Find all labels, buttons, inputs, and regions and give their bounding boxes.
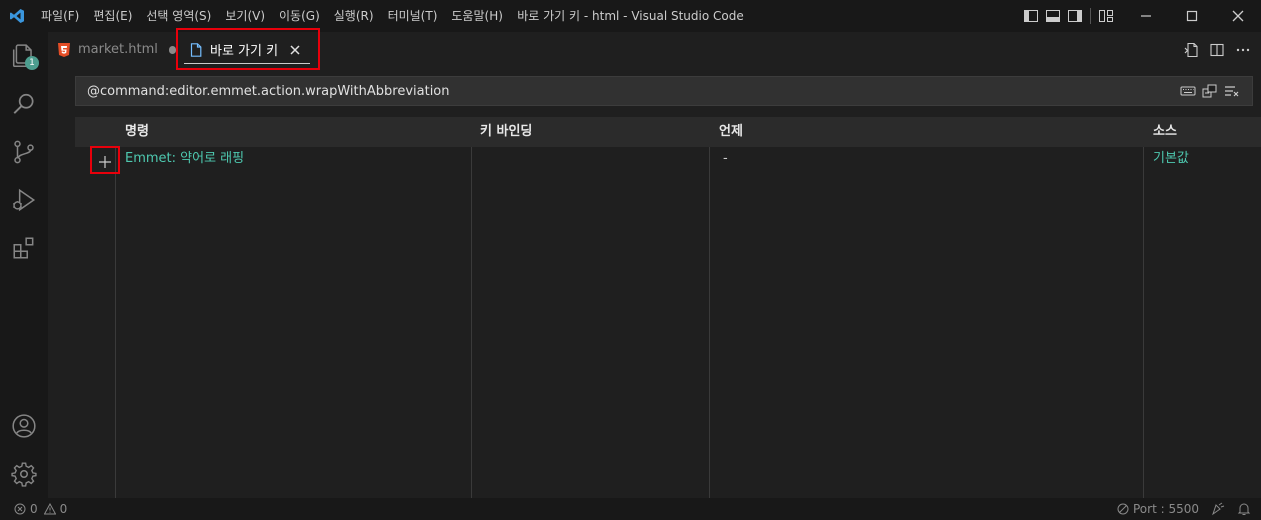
extensions-icon[interactable]: [0, 224, 48, 272]
no-entry-icon: [1117, 503, 1129, 515]
error-icon: [14, 503, 26, 515]
tab-highlight-box: [176, 28, 320, 70]
explorer-icon[interactable]: 1: [0, 32, 48, 80]
column-divider: [1143, 147, 1144, 498]
toggle-primary-sidebar-icon[interactable]: [1020, 0, 1042, 32]
run-debug-icon[interactable]: [0, 176, 48, 224]
feedback-icon[interactable]: [1211, 502, 1225, 516]
keybindings-search-input[interactable]: [87, 83, 1180, 99]
customize-layout-icon[interactable]: [1095, 0, 1117, 32]
tab-label: market.html: [78, 42, 158, 57]
activity-bar: 1: [0, 32, 48, 498]
port-label: Port : 5500: [1133, 502, 1199, 516]
command-prefix: Emmet:: [125, 151, 181, 166]
vscode-logo-icon: [0, 0, 34, 32]
error-count: 0: [30, 502, 38, 516]
warning-count: 0: [59, 502, 68, 516]
when-cell: -: [723, 151, 728, 166]
menu-help[interactable]: 도움말(H): [444, 0, 510, 32]
command-cell: Emmet: 약어로 래핑: [125, 147, 244, 171]
accounts-icon[interactable]: [0, 402, 48, 450]
table-row[interactable]: Emmet: 약어로 래핑 - 기본값: [75, 147, 1261, 171]
more-actions-icon[interactable]: [1235, 42, 1251, 58]
source-cell: 기본값: [1153, 151, 1189, 166]
tab-market-html[interactable]: market.html: [48, 32, 176, 67]
column-divider: [709, 147, 710, 498]
menu-edit[interactable]: 편집(E): [86, 0, 139, 32]
source-control-icon[interactable]: [0, 128, 48, 176]
menu-file[interactable]: 파일(F): [34, 0, 86, 32]
explorer-badge: 1: [25, 56, 39, 70]
keybindings-search: [75, 76, 1253, 106]
header-keybinding[interactable]: 키 바인딩: [480, 117, 532, 147]
problems-status[interactable]: 0 0: [0, 502, 67, 516]
clear-search-icon[interactable]: [1224, 84, 1240, 98]
menu-terminal[interactable]: 터미널(T): [381, 0, 445, 32]
live-server-port[interactable]: Port : 5500: [1117, 502, 1199, 516]
column-divider: [471, 147, 472, 498]
add-button-highlight-box: [90, 146, 120, 174]
header-command[interactable]: 명령: [125, 117, 149, 147]
toggle-secondary-sidebar-icon[interactable]: [1064, 0, 1086, 32]
notifications-bell-icon[interactable]: [1237, 502, 1251, 516]
open-keybindings-json-icon[interactable]: [1183, 42, 1199, 58]
unsaved-dot-icon[interactable]: [168, 45, 176, 54]
close-window-icon[interactable]: [1215, 0, 1261, 32]
split-editor-icon[interactable]: [1209, 42, 1225, 58]
menu-run[interactable]: 실행(R): [327, 0, 381, 32]
html5-icon: [58, 42, 70, 57]
record-keys-icon[interactable]: [1180, 85, 1196, 97]
toggle-panel-icon[interactable]: [1042, 0, 1064, 32]
command-name: 약어로 래핑: [180, 151, 245, 166]
minimize-icon[interactable]: [1123, 0, 1169, 32]
settings-gear-icon[interactable]: [0, 450, 48, 498]
keybindings-table: 명령 키 바인딩 언제 소스 Emmet: 약어로 래핑 - 기본값: [75, 117, 1261, 498]
sort-by-precedence-icon[interactable]: [1202, 84, 1218, 98]
table-header: 명령 키 바인딩 언제 소스: [75, 117, 1261, 147]
maximize-icon[interactable]: [1169, 0, 1215, 32]
header-source[interactable]: 소스: [1153, 117, 1177, 147]
header-when[interactable]: 언제: [719, 117, 743, 147]
search-icon[interactable]: [0, 80, 48, 128]
column-divider: [115, 147, 116, 498]
status-bar: 0 0 Port : 5500: [0, 498, 1261, 520]
warning-icon: [43, 503, 56, 515]
title-separator: [1090, 8, 1091, 24]
